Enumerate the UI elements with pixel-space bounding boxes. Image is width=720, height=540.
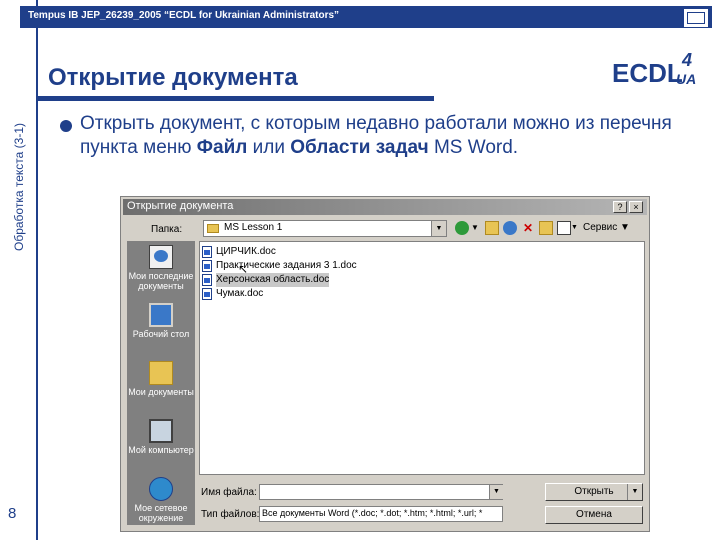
- open-dialog: Открытие документа ? × Папка: MS Lesson …: [120, 196, 650, 532]
- word-document-icon: [202, 260, 212, 272]
- page-title: Открытие документа: [48, 64, 298, 91]
- bullet-text-part: или: [247, 137, 291, 158]
- help-button[interactable]: ?: [613, 201, 627, 213]
- bullet-bold-taskpane: Области задач: [290, 137, 429, 158]
- place-network[interactable]: Мое сетевое окружение: [127, 475, 195, 531]
- word-document-icon: [202, 288, 212, 300]
- mouse-cursor-icon: ↖: [238, 262, 249, 276]
- file-name-input[interactable]: [259, 484, 503, 500]
- chevron-down-icon[interactable]: ▼: [627, 484, 642, 500]
- place-label: Рабочий стол: [132, 329, 190, 339]
- word-document-icon: [202, 246, 212, 258]
- bullet-bold-file: Файл: [196, 137, 248, 158]
- title-underline: [38, 96, 434, 101]
- project-title: Tempus IB JEP_26239_2005 “ECDL for Ukrai…: [28, 10, 340, 21]
- logo-text: ECDL: [612, 58, 683, 88]
- file-type-value: Все документы Word (*.doc; *.dot; *.htm;…: [262, 508, 483, 518]
- dialog-titlebar: Открытие документа ? ×: [123, 199, 647, 215]
- bullet-text-part: MS Word.: [428, 137, 519, 158]
- views-icon[interactable]: [557, 221, 571, 235]
- file-name: Чумак.doc: [216, 288, 264, 299]
- my-computer-icon: [149, 419, 173, 443]
- place-my-documents[interactable]: Мои документы: [127, 359, 195, 415]
- search-web-icon[interactable]: [503, 221, 517, 235]
- place-label: Мое сетевое окружение: [134, 503, 188, 523]
- new-folder-icon[interactable]: [539, 221, 553, 235]
- place-label: Мой компьютер: [128, 445, 194, 455]
- word-document-icon: [202, 274, 212, 286]
- ecdl-logo: ECDL 4 UA: [612, 50, 696, 88]
- place-recent[interactable]: Мои последние документы: [127, 243, 195, 299]
- chevron-down-icon[interactable]: ▼: [431, 221, 446, 236]
- dialog-title: Открытие документа: [127, 200, 234, 212]
- delete-icon[interactable]: ✕: [521, 221, 535, 235]
- file-name: Херсонская область.doc: [216, 273, 330, 287]
- top-bar: Tempus IB JEP_26239_2005 “ECDL for Ukrai…: [20, 6, 712, 28]
- back-dropdown-icon[interactable]: ▼: [471, 221, 479, 235]
- logo-sup: 4: [681, 50, 692, 70]
- close-button[interactable]: ×: [629, 201, 643, 213]
- bullet-icon: [60, 120, 72, 132]
- place-label: Мои последние документы: [128, 271, 194, 291]
- file-name-label: Имя файла:: [201, 487, 257, 498]
- file-name: ЦИРЧИК.doc: [216, 246, 276, 257]
- dialog-toolbar: ▼ ✕ ▼ Сервис ▼: [455, 220, 645, 237]
- network-icon: [149, 477, 173, 501]
- place-my-computer[interactable]: Мой компьютер: [127, 417, 195, 473]
- section-label: Обработка текста (3-1): [12, 123, 26, 251]
- places-bar: Мои последние документы Рабочий стол Мои…: [127, 241, 195, 525]
- chevron-down-icon[interactable]: ▼: [489, 485, 503, 499]
- back-icon[interactable]: [455, 221, 469, 235]
- look-in-dropdown[interactable]: MS Lesson 1 ▼: [203, 220, 447, 237]
- place-label: Мои документы: [128, 387, 194, 397]
- views-dropdown-icon[interactable]: ▼: [571, 221, 579, 235]
- folder-icon: [207, 224, 219, 233]
- up-folder-icon[interactable]: [485, 221, 499, 235]
- place-desktop[interactable]: Рабочий стол: [127, 301, 195, 357]
- open-button[interactable]: Открыть ▼: [545, 483, 643, 501]
- file-type-dropdown[interactable]: Все документы Word (*.doc; *.dot; *.htm;…: [259, 506, 503, 522]
- recent-documents-icon: [149, 245, 173, 269]
- left-strip: Обработка текста (3-1) 8: [0, 0, 38, 540]
- cancel-button[interactable]: Отмена: [545, 506, 643, 524]
- bullet-text: Открыть документ, с которым недавно рабо…: [80, 112, 710, 160]
- file-list: ЦИРЧИК.doc Практические задания 3 1.doc …: [199, 241, 645, 475]
- look-in-label: Папка:: [151, 224, 183, 235]
- logo-sub: UA: [676, 71, 696, 87]
- tools-menu[interactable]: Сервис ▼: [583, 222, 643, 236]
- file-type-label: Тип файлов:: [201, 509, 260, 520]
- open-button-label: Открыть: [574, 486, 614, 497]
- look-in-value: MS Lesson 1: [224, 222, 283, 233]
- my-documents-icon: [149, 361, 173, 385]
- slide-number: 8: [8, 505, 17, 522]
- desktop-icon: [149, 303, 173, 327]
- tools-label: Сервис: [583, 222, 618, 233]
- corner-box-icon: [684, 9, 708, 27]
